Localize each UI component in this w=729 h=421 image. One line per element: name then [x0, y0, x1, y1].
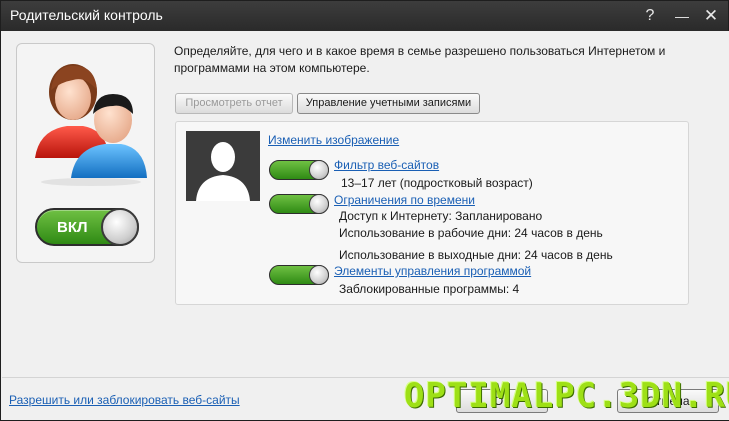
help-icon[interactable]: ?: [633, 1, 667, 31]
web-filter-level: 13–17 лет (подростковый возраст): [341, 176, 533, 190]
web-filter-toggle[interactable]: [269, 160, 329, 180]
toggle-state-label: ВКЛ: [57, 219, 88, 236]
footer-divider: [2, 377, 729, 378]
allow-block-sites-link[interactable]: Разрешить или заблокировать веб-сайты: [9, 393, 240, 407]
title-bar[interactable]: Родительский контроль ? — ✕: [1, 1, 728, 31]
weekday-usage: Использование в рабочие дни: 24 часов в …: [339, 226, 603, 240]
description-text: Определяйте, для чего и в какое время в …: [174, 44, 666, 75]
close-icon[interactable]: ✕: [694, 1, 728, 31]
app-control-toggle[interactable]: [269, 265, 329, 285]
cancel-button[interactable]: Отмена: [617, 389, 719, 413]
toggle-knob: [309, 194, 329, 214]
app-control-link[interactable]: Элементы управления программой: [334, 264, 531, 278]
family-users-icon: [35, 64, 147, 186]
time-limits-toggle[interactable]: [269, 194, 329, 214]
ok-button[interactable]: ОК: [456, 389, 548, 413]
dialog-content: ВКЛ Определяйте, для чего и в какое врем…: [2, 31, 729, 420]
status-panel: ВКЛ: [16, 43, 155, 263]
weekend-usage: Использование в выходные дни: 24 часов в…: [339, 248, 613, 262]
toggle-knob: [309, 160, 329, 180]
parental-control-toggle[interactable]: ВКЛ: [35, 208, 139, 246]
web-filter-link[interactable]: Фильтр веб-сайтов: [334, 158, 439, 172]
change-image-link[interactable]: Изменить изображение: [268, 133, 399, 147]
window-title: Родительский контроль: [10, 7, 163, 23]
toggle-knob: [101, 208, 139, 246]
time-limits-link[interactable]: Ограничения по времени: [334, 193, 475, 207]
view-report-button[interactable]: Просмотреть отчет: [175, 93, 293, 114]
blocked-programs-count: Заблокированные программы: 4: [339, 282, 520, 296]
parental-control-window: Родительский контроль ? — ✕ ВКЛ Определя…: [0, 0, 729, 421]
internet-access-status: Доступ к Интернету: Запланировано: [339, 209, 543, 223]
user-avatar-icon: [186, 131, 260, 201]
toggle-knob: [309, 265, 329, 285]
user-settings-panel: Изменить изображение Фильтр веб-сайтов 1…: [175, 121, 689, 305]
manage-accounts-button[interactable]: Управление учетными записями: [297, 93, 480, 114]
